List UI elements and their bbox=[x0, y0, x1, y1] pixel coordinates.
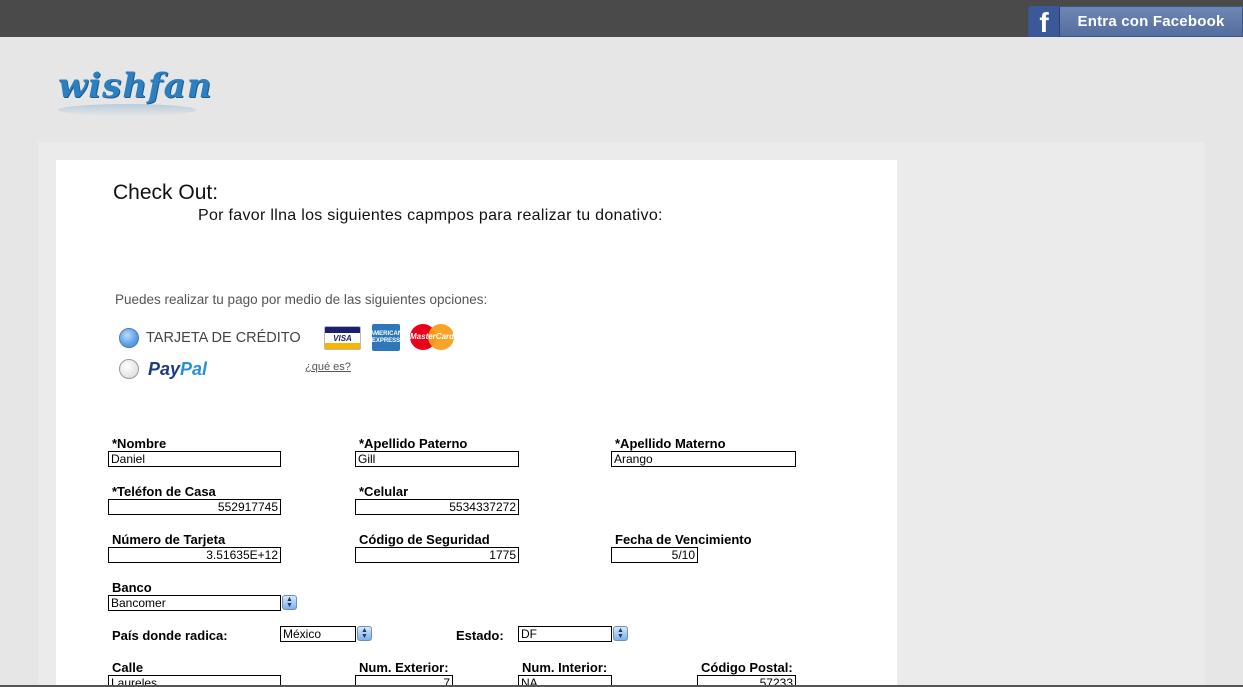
paypal-logo[interactable]: PayPal bbox=[148, 359, 207, 380]
facebook-login-button[interactable]: f Entra con Facebook bbox=[1028, 6, 1243, 37]
fecha-vencimiento-label: Fecha de Vencimiento bbox=[615, 532, 752, 547]
estado-select[interactable]: DF bbox=[518, 626, 612, 642]
banco-select[interactable]: Bancomer bbox=[108, 595, 281, 611]
apellido-materno-field[interactable]: Arango bbox=[611, 451, 796, 467]
facebook-icon: f bbox=[1029, 6, 1060, 37]
page-title: Check Out: bbox=[113, 181, 219, 204]
numero-tarjeta-field[interactable]: 3.51635E+12 bbox=[108, 547, 281, 563]
estado-label: Estado: bbox=[456, 628, 504, 643]
fecha-vencimiento-field[interactable]: 5/10 bbox=[611, 547, 698, 563]
apellido-materno-label: *Apellido Materno bbox=[615, 436, 726, 451]
nombre-field[interactable]: Daniel bbox=[108, 451, 281, 467]
card-radio-button[interactable] bbox=[119, 328, 139, 348]
codigo-seguridad-label: Código de Seguridad bbox=[359, 532, 490, 547]
paypal-logo-pal: Pal bbox=[180, 359, 208, 379]
codigo-postal-label: Código Postal: bbox=[701, 660, 793, 675]
page-subtitle: Por favor llna los siguientes capmpos pa… bbox=[198, 207, 663, 224]
codigo-seguridad-field[interactable]: 1775 bbox=[355, 547, 519, 563]
que-es-link[interactable]: ¿qué es? bbox=[305, 361, 351, 373]
apellido-paterno-field[interactable]: Gill bbox=[355, 451, 519, 467]
apellido-paterno-label: *Apellido Paterno bbox=[359, 436, 468, 451]
banco-label: Banco bbox=[112, 580, 152, 595]
top-bar: f Entra con Facebook bbox=[0, 0, 1243, 37]
estado-chevron-icon[interactable]: ▲ ▼ bbox=[613, 626, 628, 641]
payment-options-note: Puedes realizar tu pago por medio de las… bbox=[115, 292, 488, 307]
telefono-casa-field[interactable]: 552917745 bbox=[108, 499, 281, 515]
facebook-login-label: Entra con Facebook bbox=[1077, 13, 1225, 30]
visa-icon: VISA bbox=[324, 326, 361, 350]
nombre-label: *Nombre bbox=[112, 436, 167, 451]
banco-chevron-icon[interactable]: ▲ ▼ bbox=[282, 595, 297, 610]
celular-field[interactable]: 5534337272 bbox=[355, 499, 519, 515]
card-option-label[interactable]: TARJETA DE CRÉDITO bbox=[146, 330, 301, 346]
logo-reflection bbox=[58, 104, 196, 116]
pais-select[interactable]: México bbox=[280, 626, 356, 642]
telefono-casa-label: *Teléfon de Casa bbox=[112, 484, 216, 499]
pais-label: País donde radica: bbox=[112, 628, 228, 643]
pais-chevron-icon[interactable]: ▲ ▼ bbox=[357, 626, 372, 641]
celular-label: *Celular bbox=[359, 484, 409, 499]
amex-icon: AMERICAN EXPRESS bbox=[370, 324, 402, 351]
num-interior-label: Num. Interior: bbox=[522, 660, 608, 675]
facebook-icon-glyph: f bbox=[1039, 7, 1049, 38]
wishfan-logo[interactable]: wishfan bbox=[58, 66, 212, 106]
numero-tarjeta-label: Número de Tarjeta bbox=[112, 532, 226, 547]
calle-label: Calle bbox=[112, 660, 144, 675]
paypal-logo-pay: Pay bbox=[148, 359, 181, 379]
paypal-radio-button[interactable] bbox=[119, 359, 139, 379]
num-exterior-label: Num. Exterior: bbox=[359, 660, 449, 675]
mastercard-icon: MasterCard bbox=[410, 324, 454, 350]
